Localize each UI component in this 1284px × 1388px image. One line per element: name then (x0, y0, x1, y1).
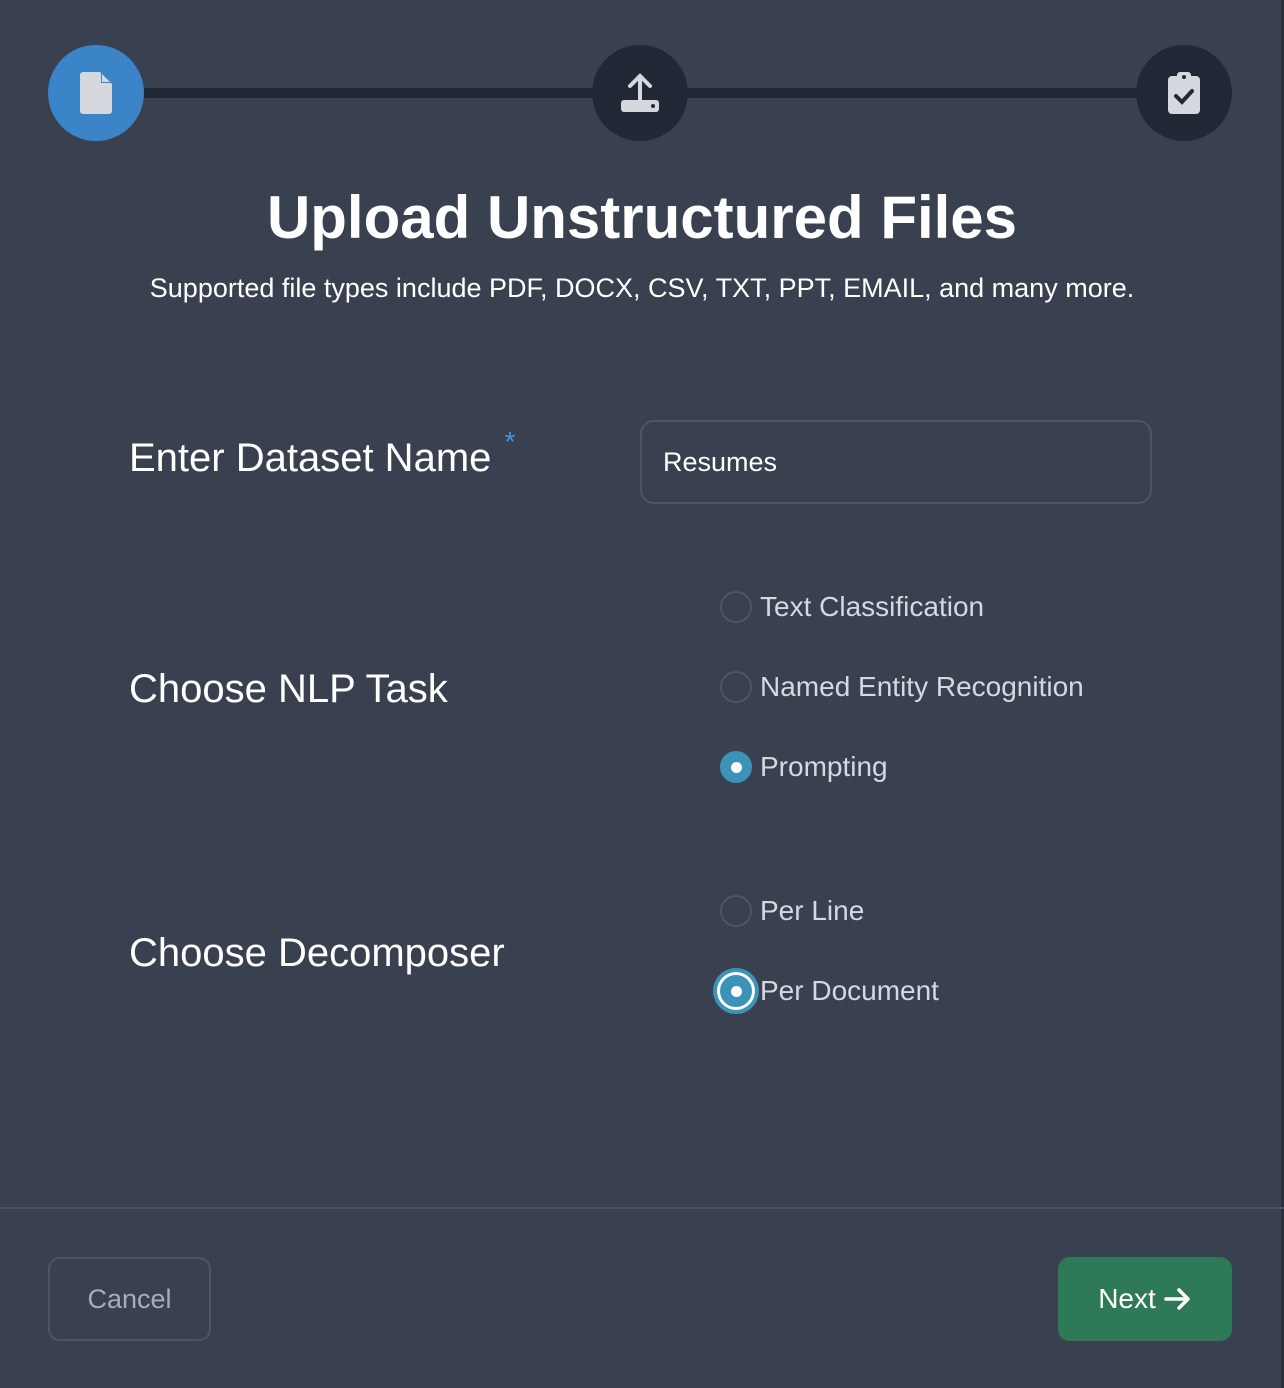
stepper-connector (684, 88, 1140, 98)
arrow-right-icon (1164, 1288, 1190, 1310)
radio-per-document[interactable]: Per Document (720, 975, 939, 1007)
dataset-name-input[interactable] (640, 420, 1152, 504)
radio-prompting[interactable]: Prompting (720, 751, 888, 783)
radio-text-classification[interactable]: Text Classification (720, 591, 984, 623)
radio-icon[interactable] (720, 671, 752, 703)
radio-named-entity-recognition[interactable]: Named Entity Recognition (720, 671, 1084, 703)
clipboard-check-icon (1168, 72, 1200, 114)
step-review (1136, 45, 1232, 141)
radio-icon[interactable] (720, 591, 752, 623)
file-icon (80, 72, 112, 114)
decomposer-label: Choose Decomposer (129, 931, 505, 975)
step-file (48, 45, 144, 141)
upload-icon (621, 73, 659, 112)
page-title: Upload Unstructured Files (266, 184, 1018, 251)
stepper-connector (140, 88, 596, 98)
radio-icon-selected[interactable] (720, 975, 752, 1007)
radio-icon-selected[interactable] (720, 751, 752, 783)
footer-divider (0, 1207, 1284, 1209)
radio-per-line[interactable]: Per Line (720, 895, 864, 927)
nlp-task-label: Choose NLP Task (129, 667, 448, 711)
step-upload (592, 45, 688, 141)
required-indicator: * (504, 426, 516, 457)
radio-icon[interactable] (720, 895, 752, 927)
dataset-name-label: Enter Dataset Name * (129, 426, 516, 480)
next-button[interactable]: Next (1058, 1257, 1232, 1341)
cancel-button[interactable]: Cancel (48, 1257, 211, 1341)
page-subtitle: Supported file types include PDF, DOCX, … (149, 273, 1135, 303)
